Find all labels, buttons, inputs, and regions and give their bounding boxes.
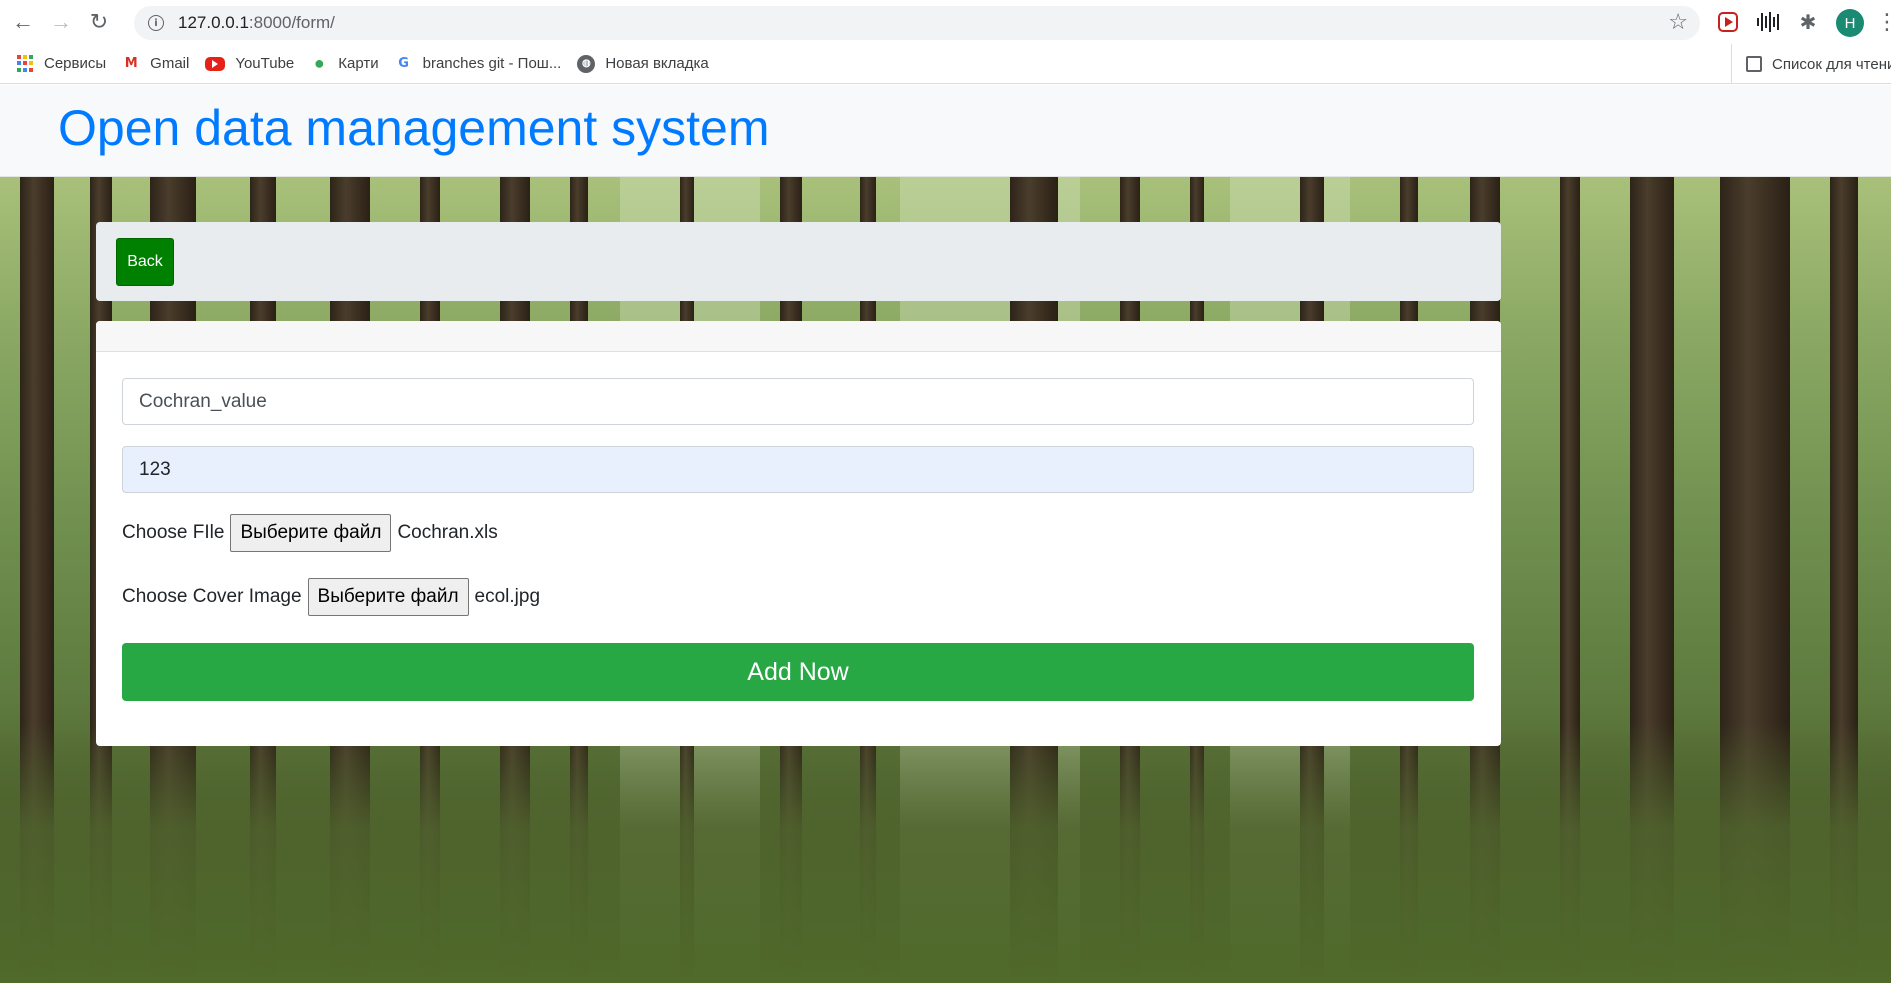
extensions-puzzle-icon[interactable]: ✱ [1796, 10, 1820, 34]
name-input[interactable]: Cochran_value [122, 378, 1474, 425]
bookmark-label: Gmail [150, 55, 190, 72]
choose-file-button[interactable]: Выберите файл [230, 514, 392, 552]
bookmark-label: branches git - Пош... [422, 55, 562, 72]
reading-list-icon [1746, 56, 1762, 72]
site-info-icon[interactable]: i [148, 15, 164, 31]
gmail-icon: M [124, 56, 138, 71]
maps-pin-icon: ● [313, 53, 325, 73]
bookmark-label: Карти [338, 55, 379, 72]
url-text[interactable]: 127.0.0.1:8000/form/ [178, 13, 335, 33]
page-viewport: Open data management system Back Cochran… [0, 85, 1891, 983]
bookmark-label: Новая вкладка [605, 55, 709, 72]
profile-avatar[interactable]: H [1836, 9, 1864, 37]
site-header: Open data management system [0, 85, 1891, 177]
browser-toolbar: ← → ↻ i 127.0.0.1:8000/form/ ☆ ✱ H ⋮ [0, 0, 1891, 44]
form-card-header [96, 321, 1501, 352]
bookmark-new-tab[interactable]: ◍ Новая вкладка [577, 50, 709, 78]
bookmark-maps[interactable]: ● Карти [310, 50, 379, 78]
extension-video-icon[interactable] [1718, 12, 1738, 32]
reading-list-label: Список для чтения [1772, 55, 1891, 73]
extension-audio-wave-icon[interactable] [1756, 10, 1780, 34]
bookmark-label: Сервисы [44, 55, 107, 72]
address-bar[interactable]: i 127.0.0.1:8000/form/ ☆ [134, 6, 1700, 40]
back-button[interactable]: Back [116, 238, 174, 286]
value-input[interactable]: 123 [122, 446, 1474, 493]
bookmark-gmail[interactable]: M Gmail [122, 50, 190, 78]
file-upload-row: Choose FIle Выберите файл Cochran.xls [122, 514, 498, 552]
url-host: 127.0.0.1 [178, 13, 249, 32]
bookmarks-bar: Сервисы M Gmail YouTube ● Карти G branch… [0, 44, 1891, 84]
choose-cover-button[interactable]: Выберите файл [307, 578, 469, 616]
reading-list-button[interactable]: Список для чтения [1731, 44, 1891, 84]
apps-grid-icon [16, 54, 34, 73]
file-label: Choose FIle [122, 522, 225, 543]
menu-kebab-icon[interactable]: ⋮ [1876, 10, 1891, 35]
form-card: Cochran_value 123 Choose FIle Выберите ф… [96, 321, 1501, 746]
cover-upload-row: Choose Cover Image Выберите файл ecol.jp… [122, 578, 540, 616]
url-path: :8000/form/ [248, 13, 335, 32]
bookmark-services[interactable]: Сервисы [16, 50, 106, 78]
google-icon: G [398, 56, 409, 71]
reload-icon[interactable]: ↻ [84, 7, 114, 37]
selected-cover-name: ecol.jpg [474, 586, 541, 607]
globe-icon: ◍ [577, 54, 596, 73]
forward-arrow-icon[interactable]: → [46, 7, 76, 37]
cover-label: Choose Cover Image [122, 586, 302, 607]
bookmark-youtube[interactable]: YouTube [205, 50, 294, 78]
back-arrow-icon[interactable]: ← [8, 7, 38, 37]
back-panel: Back [96, 222, 1501, 301]
bookmark-branches-git[interactable]: G branches git - Пош... [395, 50, 562, 78]
selected-file-name: Cochran.xls [397, 522, 498, 543]
bookmark-star-icon[interactable]: ☆ [1668, 10, 1688, 35]
page-title[interactable]: Open data management system [58, 99, 770, 157]
add-now-button[interactable]: Add Now [122, 643, 1474, 701]
youtube-icon [205, 56, 226, 71]
bookmark-label: YouTube [235, 55, 295, 72]
